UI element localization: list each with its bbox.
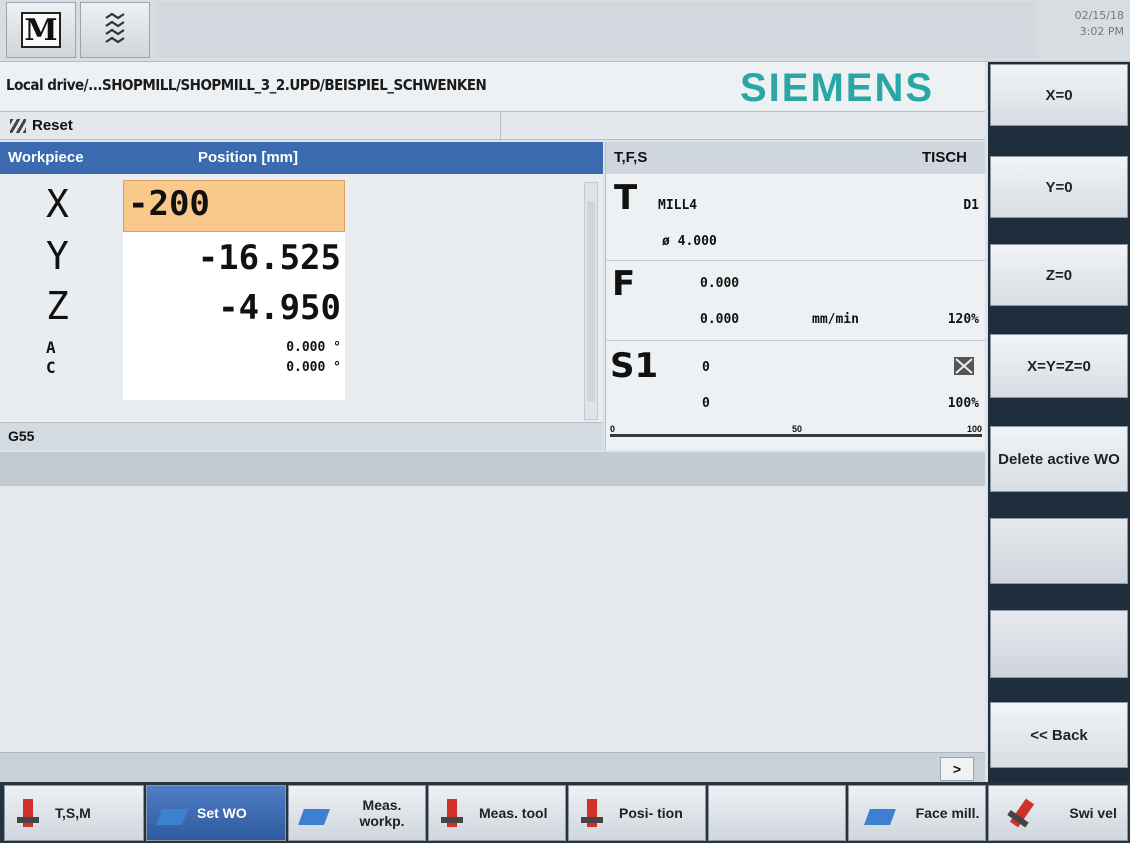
scale-line [610,434,982,437]
tool-name: MILL4 [658,198,698,213]
separator-band [0,452,985,486]
spindle-value-2: 0 [702,396,710,411]
axis-a-label: A [46,338,56,357]
datetime: 02/15/18 3:02 PM [1075,8,1124,40]
axis-x-value[interactable]: -200 [128,184,210,224]
tfs-header: T,F,S TISCH [605,142,985,174]
tfs-panel: T MILL4 D1 ø 4.000 F 0.000 0.000 mm/min … [605,174,986,450]
more-softkeys-button[interactable]: > [940,757,974,781]
axis-z-label: Z [46,284,69,328]
feed-override: 120% [947,312,979,327]
workpiece-column-label: Workpiece [8,149,84,166]
vertical-softkey-bar: X=0 Y=0 Z=0 X=Y=Z=0 Delete active WO << … [988,62,1130,782]
tsm-tool-icon [15,795,45,831]
softkey-position[interactable]: Posi- tion [568,785,706,841]
program-path-bar: Local drive/...SHOPMILL/SHOPMILL_3_2.UPD… [0,62,985,112]
work-offset-label: G55 [8,428,35,444]
softkey-back[interactable]: << Back [990,702,1128,768]
spindle-override: 100% [947,396,979,411]
divider [606,340,986,341]
divider [500,112,501,140]
softkey-set-wo[interactable]: Set WO [146,785,286,841]
scale-label-50: 50 [792,424,803,434]
time-text: 3:02 PM [1079,25,1124,38]
softkey-y-zero[interactable]: Y=0 [990,156,1128,218]
axis-y-value: -16.525 [197,238,341,278]
table-label: TISCH [922,149,967,166]
axis-c-label: C [46,358,56,377]
axis-z-value: -4.950 [218,288,341,328]
softkey-meas-workp[interactable]: Meas. workp. [288,785,426,841]
scale-label-0: 0 [610,424,616,434]
softkey-face-mill[interactable]: Face mill. [848,785,986,841]
position-header: Workpiece Position [mm] [0,142,603,174]
spindle-stop-icon [954,357,974,375]
date-text: 02/15/18 [1074,9,1124,22]
reset-label: Reset [32,117,73,134]
softkey-x-zero[interactable]: X=0 [990,64,1128,126]
reset-icon [10,118,26,133]
position-panel: X -200 Y -16.525 Z -4.950 A 0.000 ° C 0.… [0,174,603,422]
spindle-load-scale: 0 50 100 [606,424,986,450]
dialog-area [0,486,985,752]
horizontal-softkey-bar: T,S,M Set WO Meas. workp. Meas. tool Pos… [0,782,1130,843]
program-path: Local drive/...SHOPMILL/SHOPMILL_3_2.UPD… [6,76,487,94]
softkey-empty-6[interactable] [990,518,1128,584]
spindle-letter: S1 [610,346,659,386]
feed-value-1: 0.000 [700,276,740,291]
softkey-swivel[interactable]: Swi vel [988,785,1128,841]
machine-area-button[interactable]: M [6,2,76,58]
top-empty-area [156,2,1036,58]
feed-unit: mm/min [812,312,859,327]
tool-diameter: ø 4.000 [662,234,717,249]
softkey-face-mill-label: Face mill. [915,805,980,821]
set-wo-icon [156,795,188,831]
divider [606,260,986,261]
softkey-z-zero[interactable]: Z=0 [990,244,1128,306]
softkey-meas-tool-label: Meas. tool [479,805,548,821]
softkey-position-label: Posi- tion [619,805,683,821]
softkey-delete-active-wo[interactable]: Delete active WO [990,426,1128,492]
softkey-xyz-zero[interactable]: X=Y=Z=0 [990,334,1128,398]
axis-c-value: 0.000 ° [286,360,341,375]
feed-value-2: 0.000 [700,312,740,327]
work-offset-status: G55 [0,422,603,450]
softkey-empty-7[interactable] [990,610,1128,678]
softkey-set-wo-label: Set WO [197,805,247,821]
softkey-tsm[interactable]: T,S,M [4,785,144,841]
scrollbar-thumb[interactable] [587,201,595,401]
measure-tool-icon [439,795,469,831]
reset-status: Reset [10,117,73,134]
swivel-icon [1009,795,1039,831]
status-bar: > [0,752,985,782]
softkey-empty[interactable] [708,785,846,841]
spindle-value-1: 0 [702,360,710,375]
program-manager-button[interactable] [80,2,150,58]
softkey-swivel-label: Swi vel [1069,805,1117,821]
softkey-meas-tool[interactable]: Meas. tool [428,785,566,841]
program-manager-icon [105,12,125,44]
softkey-meas-workp-label: Meas. workp. [359,797,405,829]
tool-d-number: D1 [963,198,979,213]
channel-status-bar: Reset [0,112,985,140]
axis-x-label: X [46,182,69,226]
feed-letter: F [612,264,636,304]
tool-letter: T [614,178,638,218]
machine-icon: M [21,12,61,48]
axis-a-value: 0.000 ° [286,340,341,355]
measure-workpiece-icon [298,795,330,831]
face-mill-icon [863,795,896,831]
tfs-title: T,F,S [614,149,648,166]
position-column-label: Position [mm] [198,149,298,166]
position-icon [579,795,609,831]
scale-label-100: 100 [966,424,982,434]
position-scrollbar[interactable] [584,182,598,420]
top-bar: M 02/15/18 3:02 PM [0,0,1130,62]
siemens-logo: SIEMENS [740,66,935,110]
axis-y-label: Y [46,234,69,278]
softkey-tsm-label: T,S,M [55,805,91,821]
